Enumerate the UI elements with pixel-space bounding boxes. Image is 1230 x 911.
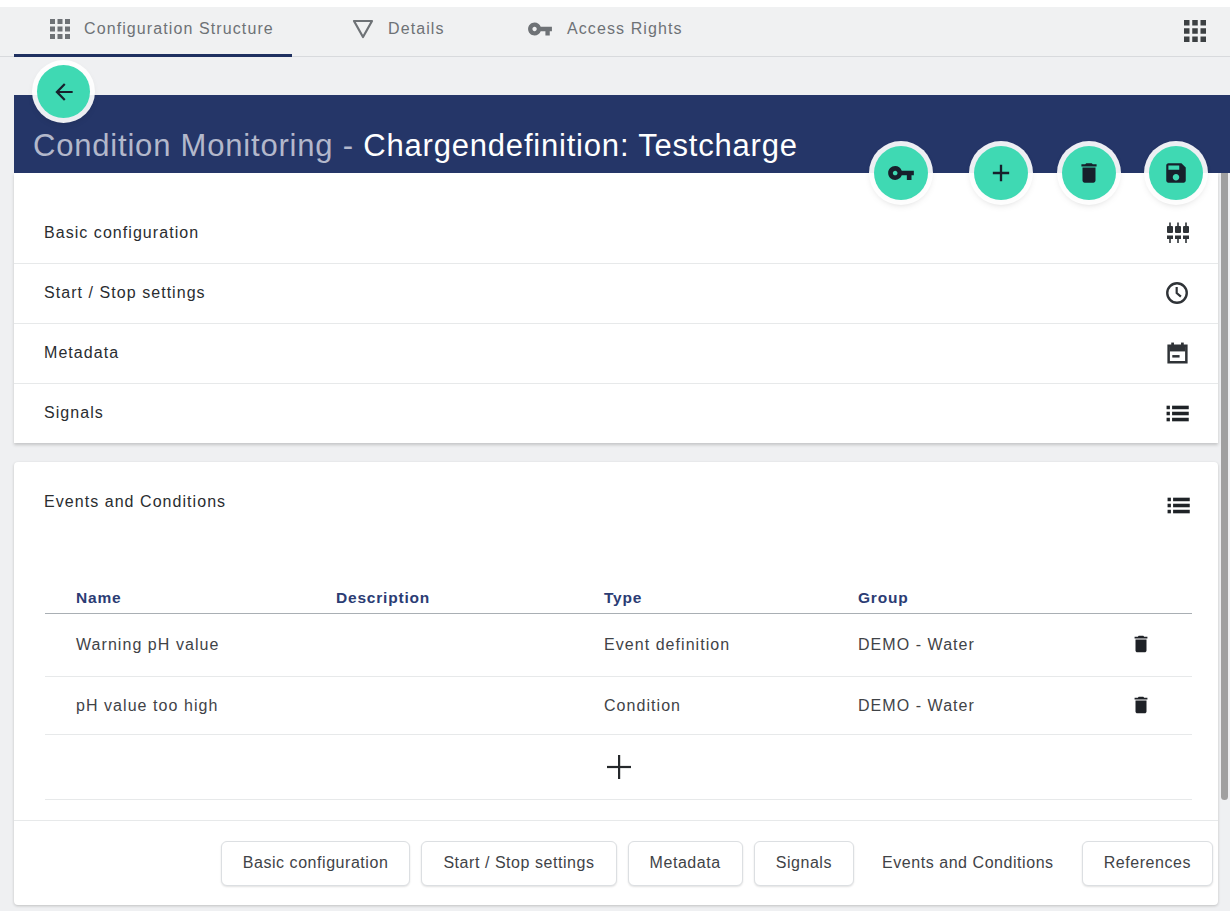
tab-details[interactable]: Details	[352, 7, 445, 51]
footer-button-references[interactable]: References	[1082, 841, 1213, 886]
page-title-main: Chargendefinition: Testcharge	[363, 128, 798, 163]
cell-type: Condition	[604, 697, 681, 715]
tab-label: Configuration Structure	[84, 20, 274, 38]
scrollbar-thumb[interactable]	[1221, 162, 1228, 800]
tune-icon	[1166, 221, 1190, 245]
column-header-group: Group	[858, 589, 909, 607]
section-label: Metadata	[44, 344, 119, 362]
cell-name: Warning pH value	[76, 636, 219, 654]
back-button[interactable]	[37, 65, 90, 118]
tab-configuration-structure[interactable]: Configuration Structure	[50, 7, 274, 51]
table-row[interactable]: pH value too high Condition DEMO - Water	[45, 677, 1192, 735]
cell-group: DEMO - Water	[858, 697, 975, 715]
section-row-start-stop[interactable]: Start / Stop settings	[14, 263, 1218, 323]
tab-label: Details	[388, 20, 445, 38]
delete-fab[interactable]	[1062, 146, 1116, 200]
cell-type: Event definition	[604, 636, 730, 654]
trash-icon	[1076, 160, 1102, 186]
events-conditions-title: Events and Conditions	[44, 493, 226, 511]
page-title: Condition Monitoring - Chargendefinition…	[33, 128, 798, 164]
cell-group: DEMO - Water	[858, 636, 975, 654]
save-fab[interactable]	[1149, 146, 1203, 200]
column-header-name: Name	[76, 589, 121, 607]
list-icon	[1165, 401, 1190, 426]
tab-bar: Configuration Structure Details Access R…	[0, 7, 1230, 57]
top-strip	[0, 0, 1230, 7]
footer-button-signals[interactable]: Signals	[754, 841, 854, 886]
table-header-row: Name Description Type Group	[45, 580, 1192, 614]
footer-button-basic-configuration[interactable]: Basic configuration	[221, 841, 411, 886]
plus-icon	[987, 159, 1015, 187]
clock-icon	[1164, 280, 1190, 306]
grid-icon	[50, 19, 70, 39]
footer-button-metadata[interactable]: Metadata	[628, 841, 743, 886]
tab-access-rights[interactable]: Access Rights	[527, 7, 683, 51]
access-rights-fab[interactable]	[874, 146, 928, 200]
calendar-icon	[1165, 341, 1190, 366]
footer-button-start-stop[interactable]: Start / Stop settings	[421, 841, 616, 886]
sections-card: Basic configuration Start / Stop setting…	[14, 173, 1218, 443]
section-row-signals[interactable]: Signals	[14, 383, 1218, 443]
events-conditions-card: Events and Conditions Name Description T…	[14, 462, 1218, 905]
footer-button-bar: Basic configuration Start / Stop setting…	[14, 820, 1218, 905]
delete-row-button[interactable]	[1130, 633, 1154, 657]
table-row[interactable]: Warning pH value Event definition DEMO -…	[45, 614, 1192, 677]
events-table: Name Description Type Group Warning pH v…	[45, 580, 1192, 800]
tab-label: Access Rights	[567, 20, 683, 38]
section-label: Basic configuration	[44, 224, 199, 242]
column-header-description: Description	[336, 589, 430, 607]
page-title-prefix: Condition Monitoring -	[33, 128, 363, 163]
key-icon	[887, 159, 915, 187]
active-tab-indicator	[14, 54, 292, 57]
apps-grid-icon[interactable]	[1184, 20, 1208, 44]
add-row	[45, 735, 1192, 800]
column-header-type: Type	[604, 589, 642, 607]
arrow-left-icon	[51, 79, 77, 105]
funnel-icon	[352, 19, 374, 39]
section-label: Signals	[44, 404, 104, 422]
delete-row-button[interactable]	[1130, 694, 1154, 718]
save-icon	[1163, 160, 1189, 186]
add-row-button[interactable]	[606, 754, 632, 780]
key-icon	[527, 16, 553, 42]
section-row-metadata[interactable]: Metadata	[14, 323, 1218, 383]
add-fab[interactable]	[974, 146, 1028, 200]
footer-button-events-conditions[interactable]: Events and Conditions	[865, 841, 1071, 886]
section-row-basic-configuration[interactable]: Basic configuration	[14, 203, 1218, 263]
list-icon[interactable]	[1166, 493, 1191, 518]
section-label: Start / Stop settings	[44, 284, 206, 302]
cell-name: pH value too high	[76, 697, 218, 715]
page-header: Condition Monitoring - Chargendefinition…	[14, 95, 1230, 173]
